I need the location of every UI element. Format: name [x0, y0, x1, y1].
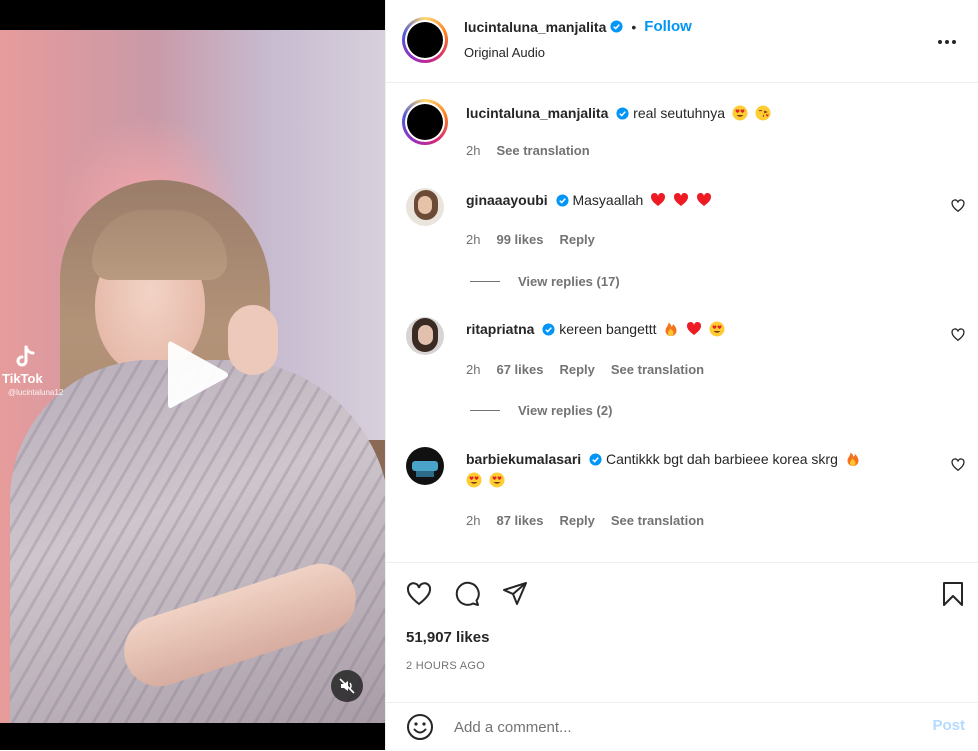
post-timestamp: 2 HOURS AGO — [406, 660, 486, 672]
comment-text: kereen bangettt — [559, 321, 657, 337]
comments-list[interactable]: lucintaluna_manjalita real seutuhnya 2h … — [386, 83, 978, 561]
post-details-panel: lucintaluna_manjalita • Follow Original … — [385, 0, 978, 750]
comment-likes[interactable]: 67 likes — [496, 362, 543, 377]
caption-time: 2h — [466, 143, 481, 158]
video-subject-bangs — [92, 210, 227, 280]
heart-eyes-emoji-icon — [709, 321, 725, 337]
see-translation-link[interactable]: See translation — [611, 513, 704, 528]
commenter-avatar[interactable] — [406, 317, 444, 355]
share-send-icon[interactable] — [502, 581, 528, 607]
like-heart-icon[interactable] — [406, 581, 432, 607]
audio-label[interactable]: Original Audio — [464, 45, 545, 60]
comment-composer: Post — [386, 702, 978, 751]
caption-text: real seutuhnya — [633, 105, 725, 121]
tiktok-logo-icon — [16, 345, 35, 367]
red-heart-emoji-icon — [674, 192, 689, 206]
reply-button[interactable]: Reply — [559, 513, 594, 528]
caption-meta: 2h See translation — [466, 143, 590, 158]
instagram-post-modal: TikTok @lucintaluna12 lucintaluna_manjal… — [0, 0, 978, 750]
comment-body: ritapriatna kereen bangettt — [466, 319, 926, 340]
verified-badge-icon — [589, 453, 602, 466]
caption-username[interactable]: lucintaluna_manjalita — [466, 105, 608, 121]
mute-button[interactable] — [331, 670, 363, 702]
view-replies-label: View replies (17) — [518, 274, 620, 289]
comment-meta: 2h 87 likes Reply See translation — [466, 513, 704, 528]
tiktok-watermark: TikTok @lucintaluna12 — [2, 345, 63, 397]
commenter-avatar[interactable] — [406, 188, 444, 226]
heart-eyes-emoji-icon — [466, 472, 482, 488]
comment-bubble-icon[interactable] — [454, 581, 480, 607]
like-comment-heart-icon[interactable] — [951, 458, 965, 472]
replies-divider-line — [470, 281, 500, 282]
comment-text: Cantikkk bgt dah barbieee korea skrg — [605, 451, 838, 467]
comment-input[interactable] — [452, 711, 896, 743]
verified-badge-icon — [616, 107, 629, 120]
view-replies-label: View replies (2) — [518, 403, 613, 418]
like-comment-heart-icon[interactable] — [951, 328, 965, 342]
replies-divider-line — [470, 410, 500, 411]
red-heart-emoji-icon — [687, 321, 702, 335]
author-username[interactable]: lucintaluna_manjalita — [464, 19, 606, 35]
reply-button[interactable]: Reply — [559, 232, 594, 247]
comment-time: 2h — [466, 513, 481, 528]
author-line: lucintaluna_manjalita • Follow — [464, 18, 692, 35]
see-translation-link[interactable]: See translation — [611, 362, 704, 377]
red-heart-emoji-icon — [651, 192, 666, 206]
fire-emoji-icon — [847, 452, 859, 466]
heart-eyes-emoji-icon — [732, 105, 748, 121]
media-panel: TikTok @lucintaluna12 — [0, 0, 385, 750]
bookmark-save-icon[interactable] — [940, 581, 966, 607]
follow-button[interactable]: Follow — [644, 18, 692, 35]
comment-meta: 2h 99 likes Reply — [466, 232, 595, 247]
emoji-picker-icon[interactable] — [406, 713, 434, 741]
post-actions: 51,907 likes 2 HOURS AGO — [386, 562, 978, 703]
post-comment-button[interactable]: Post — [932, 717, 965, 734]
heart-eyes-emoji-icon — [489, 472, 505, 488]
comment-body: ginaaayoubi Masyaallah — [466, 190, 926, 211]
view-replies-button[interactable]: View replies (2) — [470, 403, 612, 418]
kiss-face-emoji-icon — [755, 105, 771, 121]
see-translation-link[interactable]: See translation — [496, 143, 589, 158]
comment-time: 2h — [466, 362, 481, 377]
commenter-username[interactable]: barbiekumalasari — [466, 451, 581, 467]
comment-likes[interactable]: 99 likes — [496, 232, 543, 247]
comment-likes[interactable]: 87 likes — [496, 513, 543, 528]
more-options-icon[interactable] — [935, 30, 959, 54]
comment-meta: 2h 67 likes Reply See translation — [466, 362, 704, 377]
commenter-username[interactable]: ritapriatna — [466, 321, 534, 337]
tiktok-user-label: @lucintaluna12 — [8, 388, 64, 397]
fire-emoji-icon — [665, 322, 677, 336]
caption-avatar[interactable] — [402, 99, 448, 145]
commenter-username[interactable]: ginaaayoubi — [466, 192, 548, 208]
post-header: lucintaluna_manjalita • Follow Original … — [386, 0, 978, 83]
comment-body: barbiekumalasari Cantikkk bgt dah barbie… — [466, 449, 926, 491]
caption-body: lucintaluna_manjalita real seutuhnya — [466, 103, 926, 124]
red-heart-emoji-icon — [696, 192, 712, 206]
verified-badge-icon — [542, 323, 555, 336]
verified-badge-icon — [610, 20, 623, 33]
like-comment-heart-icon[interactable] — [951, 199, 965, 213]
tiktok-brand-label: TikTok — [2, 371, 43, 386]
comment-text: Masyaallah — [572, 192, 644, 208]
speaker-muted-icon — [339, 678, 355, 694]
comment-time: 2h — [466, 232, 481, 247]
verified-badge-icon — [556, 194, 569, 207]
author-avatar[interactable] — [402, 17, 448, 63]
post-likes-count[interactable]: 51,907 likes — [406, 629, 489, 646]
play-icon[interactable] — [150, 330, 240, 420]
reply-button[interactable]: Reply — [559, 362, 594, 377]
separator-dot: • — [631, 18, 637, 35]
view-replies-button[interactable]: View replies (17) — [470, 274, 620, 289]
commenter-avatar[interactable] — [406, 447, 444, 485]
